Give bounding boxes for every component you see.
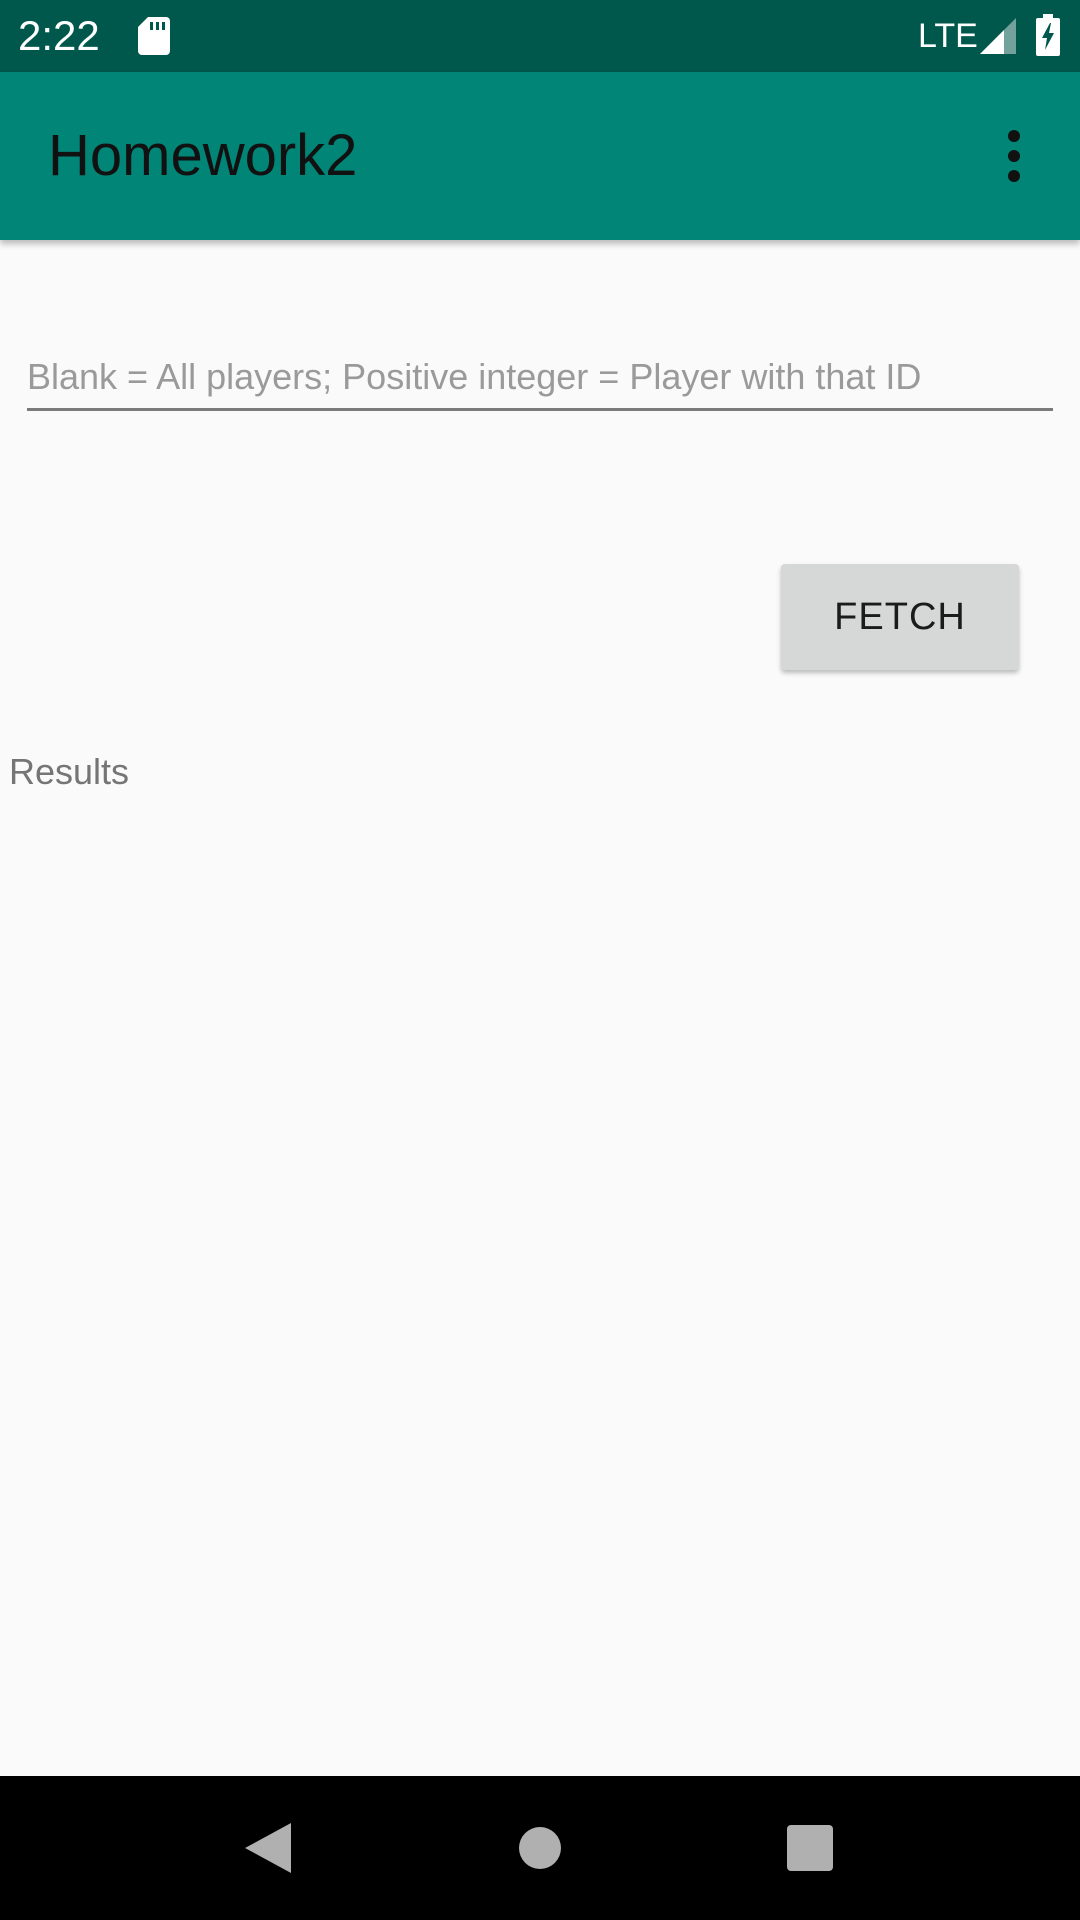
more-vert-icon-dot	[1008, 170, 1020, 182]
app-bar: Homework2	[0, 72, 1080, 240]
status-bar: 2:22 LTE	[0, 0, 1080, 72]
home-button[interactable]	[470, 1776, 610, 1920]
recents-button[interactable]	[740, 1776, 880, 1920]
navigation-bar	[0, 1776, 1080, 1920]
app-title: Homework2	[48, 123, 358, 188]
more-vert-icon	[1008, 130, 1020, 142]
results-text: Results	[9, 751, 130, 792]
network-type-label: LTE	[918, 17, 978, 55]
fetch-button[interactable]: FETCH	[781, 564, 1019, 670]
status-time: 2:22	[18, 12, 100, 59]
home-icon	[519, 1827, 561, 1869]
back-icon	[245, 1823, 291, 1873]
player-id-input[interactable]	[27, 346, 1053, 411]
battery-charging-icon	[1036, 14, 1060, 56]
more-vert-icon-dot	[1008, 150, 1020, 162]
recents-icon	[787, 1825, 833, 1871]
back-button[interactable]	[198, 1776, 338, 1920]
screen: 2:22 LTE Homework2 FETCH Results	[0, 0, 1080, 1920]
more-options-button[interactable]	[990, 118, 1038, 194]
sd-card-icon	[138, 17, 170, 55]
signal-icon	[980, 18, 1016, 54]
